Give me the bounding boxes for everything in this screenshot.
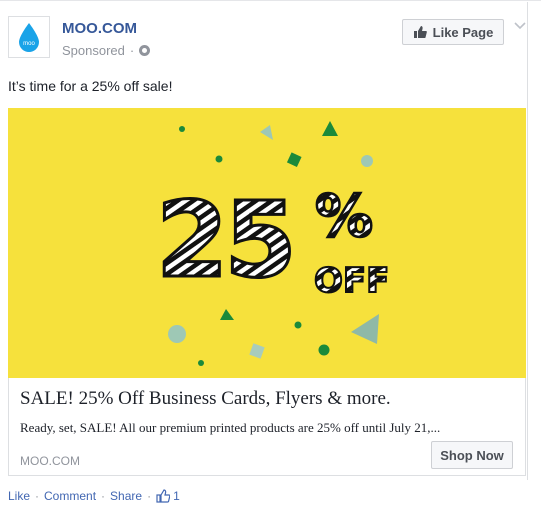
like-page-label: Like Page [432,24,494,40]
comment-link[interactable]: Comment [44,489,96,503]
thumbs-up-icon [156,489,171,503]
chevron-down-icon[interactable] [514,22,526,30]
post-actions: Like · Comment · Share · 1 [8,489,180,503]
separator-dot: · [35,489,40,503]
like-link[interactable]: Like [8,489,30,503]
confetti-dot [215,155,223,163]
discount-number: 25 [156,179,293,301]
confetti-dot [198,360,204,366]
ad-image[interactable]: 25 % OFF [8,108,526,378]
sponsored-label[interactable]: Sponsored [62,43,125,58]
link-title[interactable]: SALE! 25% Off Business Cards, Flyers & m… [20,388,391,410]
separator-dot: · [147,489,152,503]
confetti-dot [318,344,330,356]
ad-artwork: 25 % OFF [8,108,526,378]
sponsored-post: moo MOO.COM Sponsored · Like Page It’s t… [0,2,528,480]
separator-dot: · [129,43,135,58]
post-header: moo MOO.COM Sponsored · Like Page [8,16,528,66]
shop-now-button[interactable]: Shop Now [431,441,513,469]
svg-text:moo: moo [23,41,35,47]
separator-dot: · [101,489,106,503]
confetti-dot [179,126,185,132]
globe-icon [139,45,151,56]
sponsored-row: Sponsored · [62,43,151,58]
share-link[interactable]: Share [110,489,142,503]
moo-logo-icon: moo [19,23,39,52]
top-divider [0,0,541,1]
confetti-dot [168,325,186,343]
confetti-dot [294,321,302,329]
link-preview[interactable]: SALE! 25% Off Business Cards, Flyers & m… [8,378,526,476]
off-text: OFF [314,261,389,301]
like-count-value: 1 [173,489,180,503]
page-avatar[interactable]: moo [8,16,50,58]
like-page-button[interactable]: Like Page [402,19,504,45]
thumbs-up-icon [413,26,427,38]
percent-sign: % [315,182,373,250]
link-domain: MOO.COM [20,454,80,468]
confetti-dot [361,155,373,167]
post-message: It’s time for a 25% off sale! [8,78,173,94]
link-description: Ready, set, SALE! All our premium printe… [20,420,441,435]
like-count[interactable]: 1 [156,489,180,503]
page-name-link[interactable]: MOO.COM [62,20,137,37]
